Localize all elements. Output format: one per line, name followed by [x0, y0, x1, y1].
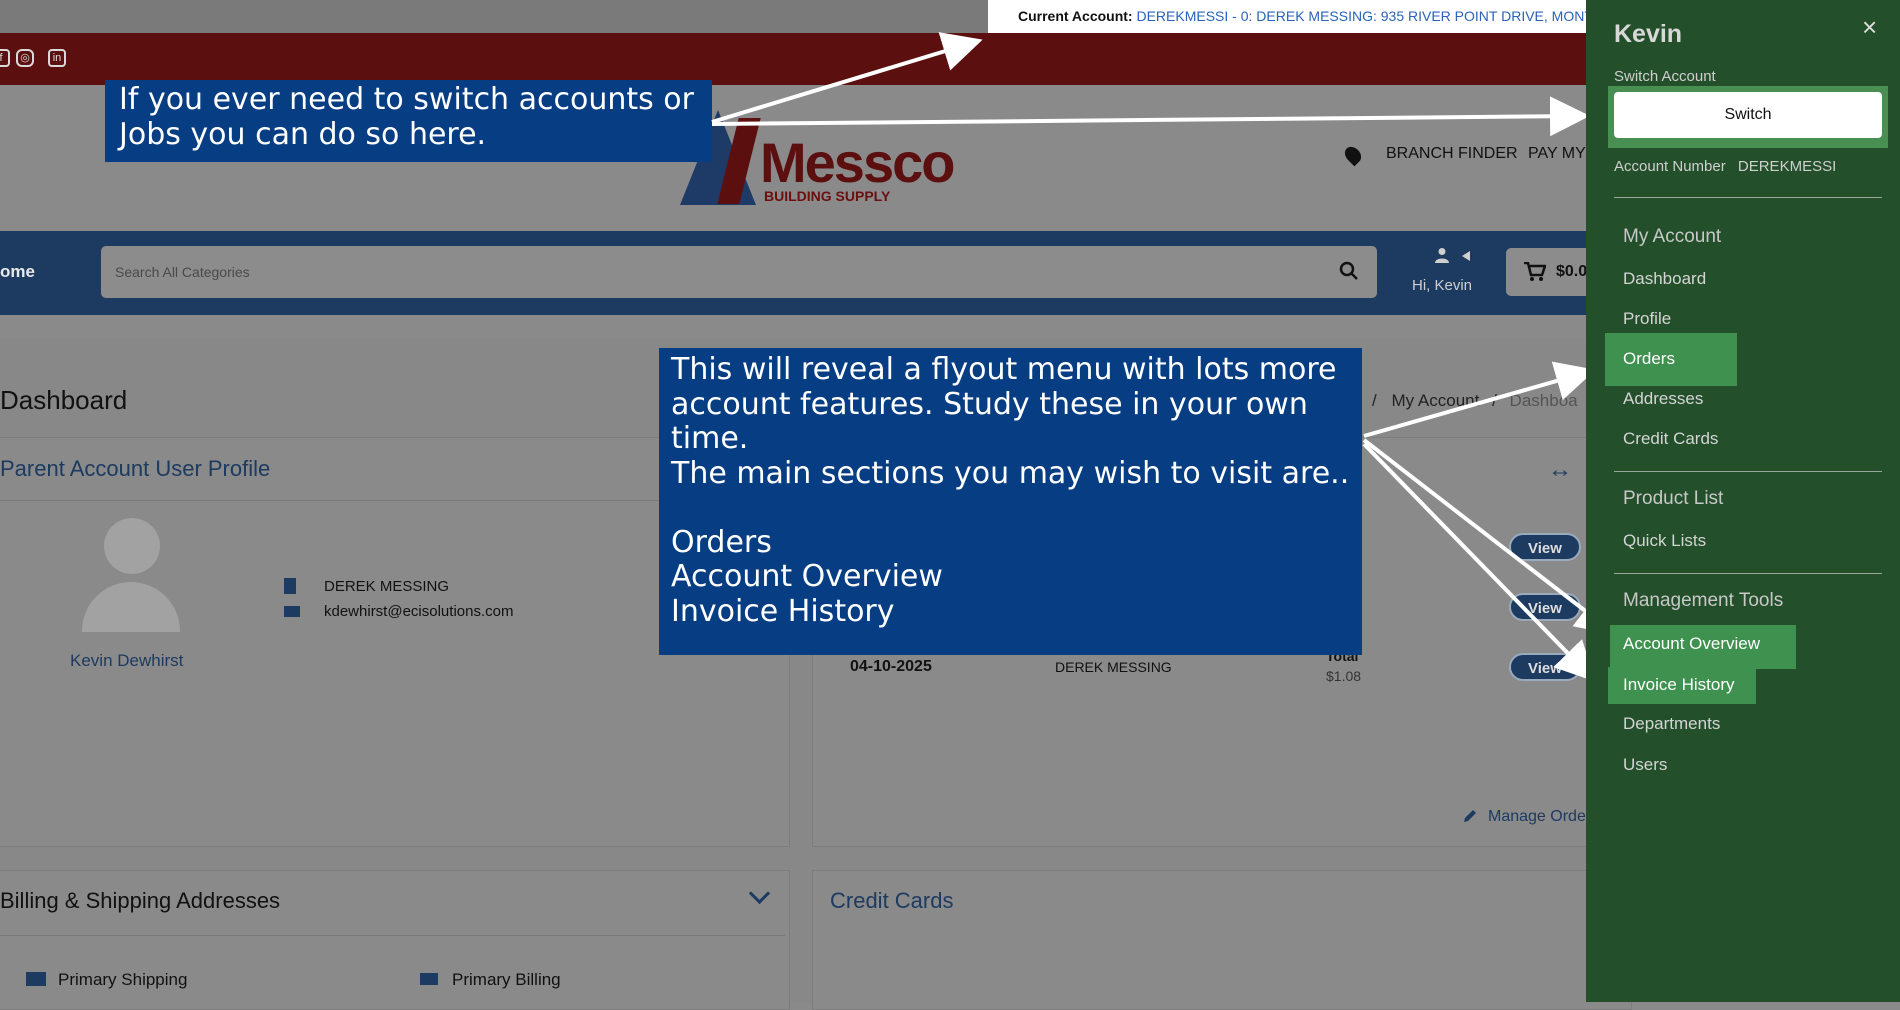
- breadcrumb-my-account[interactable]: My Account: [1391, 391, 1479, 410]
- search-input[interactable]: [101, 246, 1377, 298]
- flyout-divider: [1614, 197, 1882, 198]
- flyout-item-addresses[interactable]: Addresses: [1623, 389, 1703, 409]
- company-name: DEREK MESSING: [324, 578, 450, 595]
- primary-billing-label: Primary Billing: [452, 970, 561, 989]
- flyout-item-profile[interactable]: Profile: [1623, 309, 1671, 329]
- view-order-button[interactable]: View: [1509, 533, 1581, 561]
- cart-icon: [1524, 262, 1546, 281]
- flyout-section-my-account[interactable]: My Account: [1623, 226, 1721, 248]
- flyout-item-quick-lists[interactable]: Quick Lists: [1623, 531, 1706, 551]
- profile-card-title: Parent Account User Profile: [0, 456, 271, 481]
- breadcrumb-sep: /: [1372, 391, 1377, 410]
- site-logo-subtext: BUILDING SUPPLY: [764, 188, 891, 204]
- facebook-icon[interactable]: f: [0, 49, 10, 67]
- account-number-label: Account Number: [1614, 158, 1726, 175]
- building-icon: [284, 578, 296, 594]
- search-box: [101, 246, 1377, 298]
- user-icon[interactable]: [1434, 247, 1450, 263]
- flyout-section-management-tools[interactable]: Management Tools: [1623, 590, 1783, 612]
- switch-account-label: Switch Account: [1614, 68, 1716, 85]
- primary-shipping-label: Primary Shipping: [58, 970, 188, 989]
- flyout-divider: [1614, 471, 1882, 472]
- pencil-icon[interactable]: [1462, 808, 1478, 824]
- search-icon[interactable]: [1338, 260, 1360, 282]
- flyout-item-account-overview[interactable]: Account Overview: [1623, 634, 1760, 654]
- flyout-menu-callout: This will reveal a flyout menu with lots…: [659, 348, 1362, 655]
- billing-card-title: Billing & Shipping Addresses: [0, 888, 281, 913]
- flyout-item-credit-cards[interactable]: Credit Cards: [1623, 429, 1718, 449]
- current-account-value[interactable]: DEREKMESSI - 0: DEREK MESSING: 935 RIVER…: [1136, 8, 1588, 24]
- home-link[interactable]: ome: [0, 262, 35, 282]
- truck-icon: [26, 972, 46, 986]
- envelope-icon: [284, 606, 300, 617]
- flyout-item-dashboard[interactable]: Dashboard: [1623, 269, 1706, 289]
- close-icon[interactable]: ×: [1862, 12, 1877, 43]
- flyout-item-departments[interactable]: Departments: [1623, 714, 1720, 734]
- current-account-label: Current Account:: [1018, 8, 1133, 24]
- credit-cards-title: Credit Cards: [830, 888, 954, 913]
- breadcrumb-sep: /: [1492, 391, 1497, 410]
- view-order-button[interactable]: View: [1509, 593, 1581, 621]
- page-title: Dashboard: [0, 385, 128, 415]
- account-number-value: DEREKMESSI: [1737, 158, 1837, 175]
- breadcrumb-dashboard: Dashboa: [1509, 391, 1578, 410]
- flyout-divider: [1614, 573, 1882, 574]
- user-greeting[interactable]: Hi, Kevin: [1412, 277, 1472, 294]
- expand-arrows-icon[interactable]: ↔: [1548, 456, 1572, 484]
- flyout-item-users[interactable]: Users: [1623, 755, 1667, 775]
- branch-finder-link[interactable]: BRANCH FINDER: [1386, 145, 1518, 163]
- current-account-banner[interactable]: Current Account: DEREKMESSI - 0: DEREK M…: [988, 0, 1588, 33]
- linkedin-icon[interactable]: in: [48, 49, 66, 67]
- account-number: Account Number DEREKMESSI: [1614, 158, 1836, 175]
- instagram-icon[interactable]: ◎: [16, 49, 34, 67]
- order-customer: DEREK MESSING: [1055, 659, 1172, 675]
- order-total-value: $1.08: [1326, 668, 1362, 684]
- user-name-link[interactable]: Kevin Dewhirst: [70, 651, 183, 671]
- manage-orders-link[interactable]: Manage Orde: [1488, 808, 1586, 826]
- flyout-item-invoice-history[interactable]: Invoice History: [1623, 675, 1734, 695]
- pay-my-link[interactable]: PAY MY: [1528, 145, 1586, 163]
- cart-total[interactable]: $0.0: [1556, 263, 1587, 281]
- money-icon: [420, 973, 438, 985]
- breadcrumb: / My Account / Dashboa: [1372, 391, 1578, 411]
- divider: [0, 935, 785, 936]
- switch-accounts-callout: If you ever need to switch accounts or J…: [105, 80, 712, 162]
- user-email: kdewhirst@ecisolutions.com: [324, 603, 514, 620]
- flyout-section-product-list[interactable]: Product List: [1623, 488, 1723, 510]
- avatar: [104, 518, 160, 574]
- site-logo[interactable]: Messco: [760, 130, 955, 195]
- order-date: 04-10-2025: [850, 658, 932, 675]
- flyout-item-orders[interactable]: Orders: [1623, 349, 1675, 369]
- flyout-user-name: Kevin: [1614, 20, 1683, 48]
- switch-account-button[interactable]: Switch: [1614, 92, 1882, 138]
- caret-left-icon[interactable]: [1462, 251, 1470, 261]
- view-order-button[interactable]: View: [1509, 653, 1581, 681]
